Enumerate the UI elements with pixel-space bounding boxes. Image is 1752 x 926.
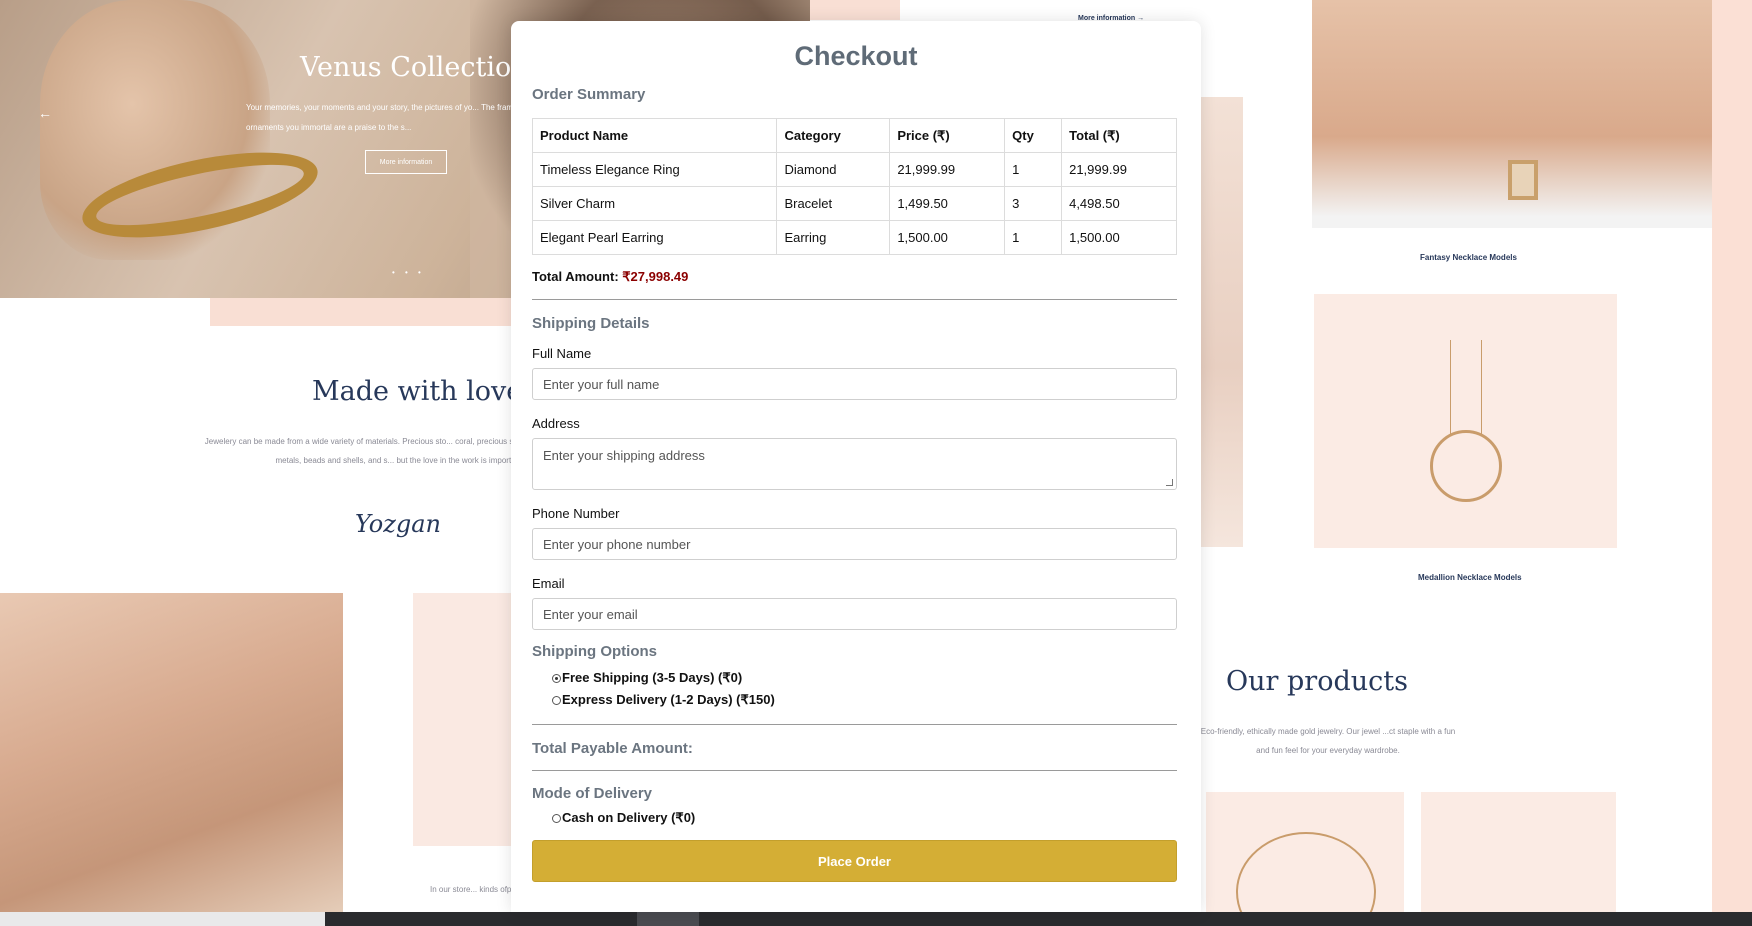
total-cell: 1,500.00 xyxy=(1061,220,1177,255)
express-delivery-option[interactable]: Express Delivery (1-2 Days) (₹150) xyxy=(552,689,1180,711)
necklace-chain-image xyxy=(1450,340,1482,435)
shipping-options-heading: Shipping Options xyxy=(532,643,657,660)
hero-subtitle: Your memories, your moments and your sto… xyxy=(246,103,518,132)
peach-strip xyxy=(1712,0,1752,926)
radio-icon[interactable] xyxy=(552,813,561,823)
order-summary-table: Product Name Category Price (₹) Qty Tota… xyxy=(531,118,1177,255)
total-amount-label: Total Amount: xyxy=(532,269,619,284)
free-shipping-label[interactable]: Free Shipping (3-5 Days) (₹0) xyxy=(562,670,742,686)
product-name-cell: Silver Charm xyxy=(531,186,778,221)
place-order-button[interactable]: Place Order xyxy=(532,840,1177,882)
price-cell: 21,999.99 xyxy=(889,152,1006,187)
address-textarea[interactable]: Enter your shipping address xyxy=(532,438,1177,490)
checkout-modal: Checkout Order Summary Product Name Cate… xyxy=(511,21,1201,912)
radio-icon[interactable] xyxy=(552,695,561,705)
divider xyxy=(532,724,1177,725)
table-row: Elegant Pearl Earring Earring 1,500.00 1… xyxy=(531,220,1177,255)
resize-handle-icon[interactable] xyxy=(1166,479,1173,486)
phone-label: Phone Number xyxy=(532,506,620,521)
email-label: Email xyxy=(532,576,565,591)
address-placeholder: Enter your shipping address xyxy=(543,448,705,463)
total-amount: Total Amount: ₹27,998.49 xyxy=(532,269,1180,285)
free-shipping-option[interactable]: Free Shipping (3-5 Days) (₹0) xyxy=(552,667,1180,689)
product-card[interactable] xyxy=(1421,792,1616,916)
express-delivery-label[interactable]: Express Delivery (1-2 Days) (₹150) xyxy=(562,692,775,708)
table-row: Timeless Elegance Ring Diamond 21,999.99… xyxy=(531,152,1177,187)
product-card[interactable] xyxy=(1206,792,1404,926)
phone-placeholder: Enter your phone number xyxy=(543,536,691,552)
column-header: Category xyxy=(776,118,891,153)
radio-selected-icon[interactable] xyxy=(552,673,561,683)
price-cell: 1,499.50 xyxy=(889,186,1006,221)
arrow-left-icon[interactable]: ← xyxy=(38,105,52,121)
email-input[interactable]: Enter your email xyxy=(532,598,1177,630)
divider xyxy=(532,299,1177,300)
checkout-title: Checkout xyxy=(794,41,918,71)
phone-input[interactable]: Enter your phone number xyxy=(532,528,1177,560)
qty-cell: 1 xyxy=(1004,220,1063,255)
product-name-cell: Timeless Elegance Ring xyxy=(531,152,778,187)
total-amount-value: ₹27,998.49 xyxy=(622,269,689,284)
cash-on-delivery-label[interactable]: Cash on Delivery (₹0) xyxy=(562,810,695,826)
divider xyxy=(532,770,1177,771)
category-cell: Diamond xyxy=(776,152,891,187)
table-header-row: Product Name Category Price (₹) Qty Tota… xyxy=(531,118,1177,153)
mode-of-delivery-heading: Mode of Delivery xyxy=(532,785,653,802)
qty-cell: 3 xyxy=(1004,186,1063,221)
signature-image: Yozgan xyxy=(355,510,441,538)
table-row: Silver Charm Bracelet 1,499.50 3 4,498.5… xyxy=(531,186,1177,221)
hero-title: Venus Collection xyxy=(300,52,529,83)
category-cell: Earring xyxy=(776,220,891,255)
hero-more-info-button[interactable]: More information xyxy=(365,150,447,174)
total-cell: 21,999.99 xyxy=(1061,152,1177,187)
cash-on-delivery-option[interactable]: Cash on Delivery (₹0) xyxy=(552,807,1180,829)
qty-cell: 1 xyxy=(1004,152,1063,187)
our-products-title: Our products xyxy=(1226,666,1408,697)
made-with-love-title: Made with love xyxy=(312,376,523,407)
fantasy-necklace-label[interactable]: Fantasy Necklace Models xyxy=(1420,253,1517,262)
full-name-placeholder: Enter your full name xyxy=(543,376,660,392)
full-name-input[interactable]: Enter your full name xyxy=(532,368,1177,400)
column-header: Total (₹) xyxy=(1061,118,1177,153)
shipping-details-heading: Shipping Details xyxy=(532,315,650,332)
column-header: Product Name xyxy=(531,118,778,153)
address-label: Address xyxy=(532,416,580,431)
our-products-text: Eco-friendly, ethically made gold jewelr… xyxy=(1200,727,1456,755)
medallion-necklace-label[interactable]: Medallion Necklace Models xyxy=(1418,573,1522,582)
full-name-label: Full Name xyxy=(532,346,592,361)
model-face-image xyxy=(0,593,343,913)
category-cell: Bracelet xyxy=(776,186,891,221)
total-payable-label: Total Payable Amount: xyxy=(532,740,693,757)
order-summary-heading: Order Summary xyxy=(532,86,646,103)
taskbar-left-area xyxy=(0,912,325,926)
column-header: Qty xyxy=(1004,118,1063,153)
column-header: Price (₹) xyxy=(889,118,1006,153)
taskbar-active-app[interactable] xyxy=(637,912,699,926)
pendant-image xyxy=(1508,160,1538,200)
ring-pendant-image xyxy=(1430,430,1502,502)
peach-block xyxy=(810,0,900,20)
price-cell: 1,500.00 xyxy=(889,220,1006,255)
email-placeholder: Enter your email xyxy=(543,606,638,622)
carousel-dots[interactable]: • • • xyxy=(392,268,425,277)
product-name-cell: Elegant Pearl Earring xyxy=(531,220,778,255)
total-cell: 4,498.50 xyxy=(1061,186,1177,221)
